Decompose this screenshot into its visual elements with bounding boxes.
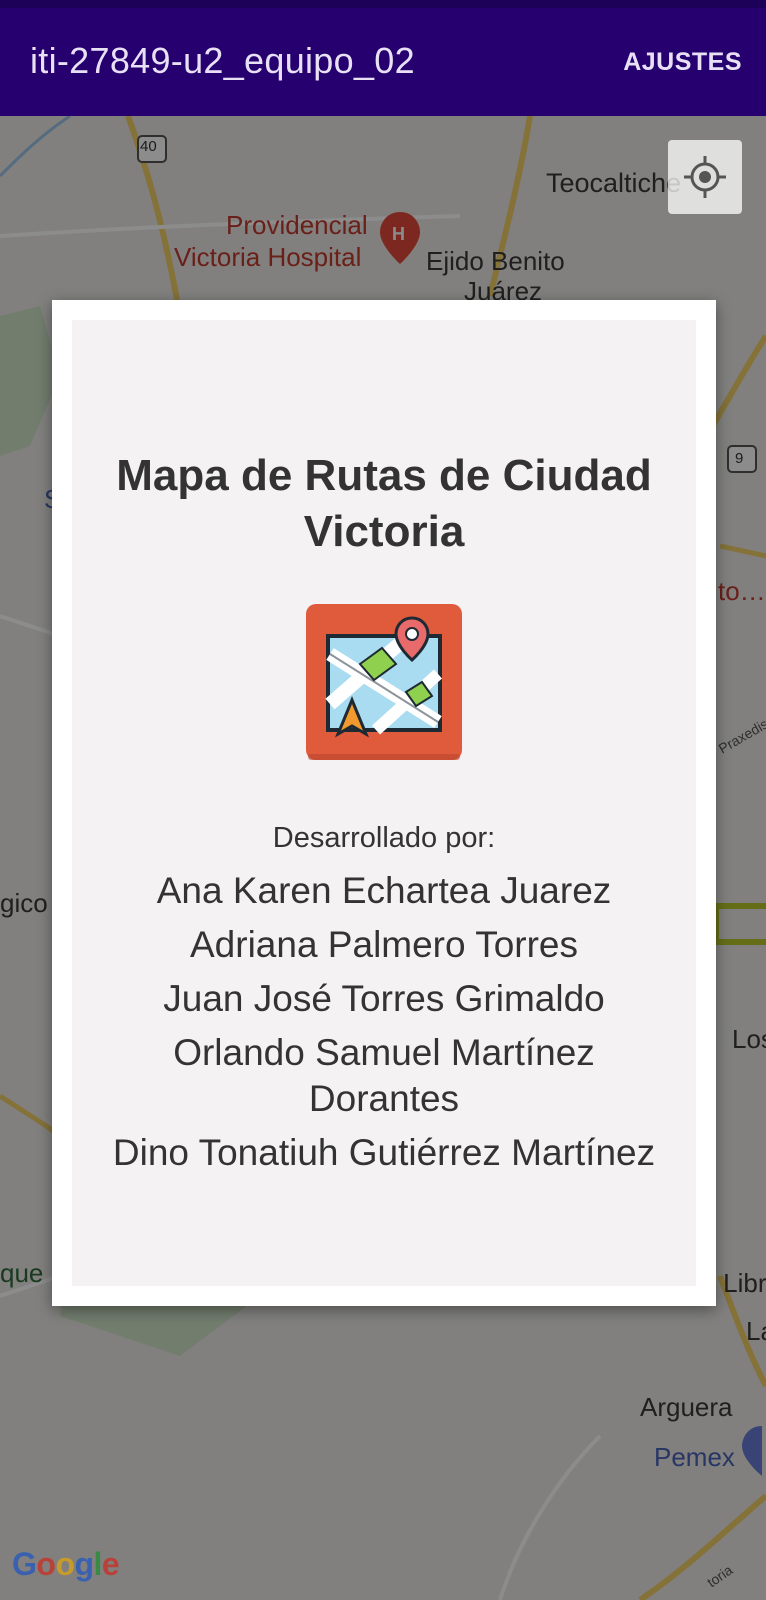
partial-label-to: to… <box>718 576 766 606</box>
developer-name: Ana Karen Echartea Juarez <box>156 870 612 911</box>
app-title: iti-27849-u2_equipo_02 <box>30 40 415 81</box>
google-attribution: Google <box>12 1546 120 1582</box>
partial-label-los: Los <box>732 1024 766 1054</box>
developer-name: Orlando Samuel Martínez Dorantes <box>173 1032 595 1119</box>
partial-label-la: La <box>746 1316 766 1346</box>
dialog-title: Mapa de Rutas de Ciudad Victoria <box>116 451 652 556</box>
developer-name: Dino Tonatiuh Gutiérrez Martínez <box>112 1132 656 1173</box>
developer-name: Adriana Palmero Torres <box>190 924 578 965</box>
my-location-icon <box>684 156 726 198</box>
arguera-label: Arguera <box>640 1392 733 1422</box>
route-40-label: 40 <box>140 138 157 155</box>
ejido-label-line1: Ejido Benito <box>426 246 565 276</box>
hospital-label-line2: Victoria Hospital <box>174 242 362 272</box>
developed-by-label: Desarrollado por: <box>272 822 496 854</box>
app-bar: iti-27849-u2_equipo_02 AJUSTES <box>0 0 766 116</box>
svg-text:H: H <box>392 224 405 244</box>
route-9-label: 9 <box>735 450 744 467</box>
about-dialog: Mapa de Rutas de Ciudad Victoria Desarro… <box>52 300 716 1306</box>
map-route-app-icon <box>306 604 462 760</box>
hospital-label-line1: Providencial <box>226 210 368 240</box>
developer-list: Ana Karen Echartea Juarez Adriana Palmer… <box>72 868 696 1184</box>
pemex-label: Pemex <box>654 1442 735 1472</box>
status-bar <box>0 0 766 8</box>
my-location-button[interactable] <box>668 140 742 214</box>
about-dialog-content: Mapa de Rutas de Ciudad Victoria Desarro… <box>72 320 696 1286</box>
developer-name: Juan José Torres Grimaldo <box>163 978 605 1019</box>
settings-button[interactable]: AJUSTES <box>623 48 742 77</box>
teocaltiche-label: Teocaltiche <box>546 168 682 198</box>
